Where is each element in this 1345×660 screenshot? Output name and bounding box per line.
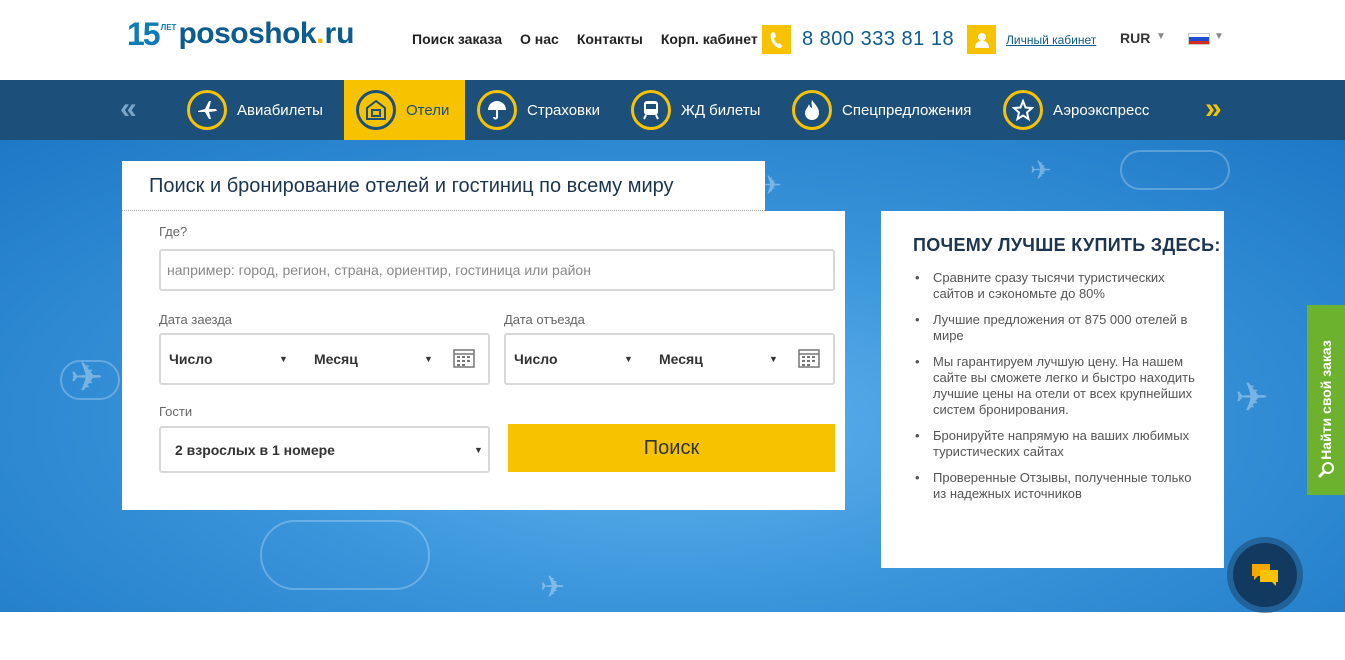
search-button[interactable]: Поиск (508, 424, 835, 472)
header: 15 ЛЕТ pososhok. ru Поиск заказа О нас Ко… (0, 0, 1345, 80)
top-navigation: Поиск заказа О нас Контакты Корп. кабине… (412, 31, 758, 47)
chevron-down-icon[interactable]: ▼ (424, 354, 433, 364)
umbrella-icon (477, 90, 517, 130)
currency-selector[interactable]: RUR (1120, 30, 1150, 46)
checkout-label: Дата отъезда (504, 312, 585, 327)
phone-number[interactable]: 8 800 333 81 18 (802, 28, 954, 51)
chevron-down-icon[interactable]: ▼ (769, 354, 778, 364)
find-order-side-tab[interactable]: Найти свой заказ (1307, 305, 1345, 495)
tab-label: ЖД билеты (681, 101, 761, 119)
arrow-left-icon[interactable]: « (120, 92, 137, 126)
fire-icon (792, 90, 832, 130)
nav-order-search[interactable]: Поиск заказа (412, 31, 502, 47)
tab-special-offers[interactable]: Спецпредложения (792, 80, 971, 140)
why-title: ПОЧЕМУ ЛУЧШЕ КУПИТЬ ЗДЕСЬ: (913, 235, 1221, 255)
tab-insurance[interactable]: Страховки (477, 80, 600, 140)
cloud-decoration (260, 520, 430, 590)
tab-hotels[interactable]: Отели (344, 80, 465, 140)
chevron-down-icon[interactable]: ▼ (474, 445, 483, 455)
arrow-right-icon[interactable]: » (1205, 92, 1222, 126)
plane-decoration-icon: ✈ (70, 356, 104, 400)
phone-icon (762, 25, 791, 54)
tab-label: Страховки (527, 101, 600, 119)
logo-dot: . (316, 17, 325, 50)
star-icon (1003, 90, 1043, 130)
checkout-month-select[interactable]: Месяц (659, 351, 703, 367)
guests-label: Гости (159, 404, 193, 419)
tab-trains[interactable]: ЖД билеты (631, 80, 760, 140)
chat-icon (1233, 543, 1297, 607)
tab-label: Аэроэкспресс (1053, 101, 1150, 119)
list-item: Проверенные Отзывы, полученные только из… (913, 470, 1203, 502)
plane-decoration-icon: ✈ (1235, 376, 1269, 420)
chevron-down-icon[interactable]: ▼ (1156, 31, 1166, 42)
checkin-label: Дата заезда (159, 312, 233, 327)
category-navigation: « Авиабилеты Отели Страховки ЖД билеты С… (0, 80, 1345, 140)
calendar-icon[interactable] (798, 348, 820, 368)
plane-decoration-icon: ✈ (540, 571, 566, 604)
search-title-tab: Поиск и бронирование отелей и гостиниц п… (122, 161, 765, 211)
cloud-decoration (1120, 150, 1230, 190)
destination-input[interactable]: например: город, регион, страна, ориенти… (159, 249, 835, 291)
logo-tld: ru (324, 17, 355, 50)
hotel-search-form: Где? например: город, регион, страна, ор… (122, 211, 845, 510)
why-list: Сравните сразу тысячи туристических сайт… (913, 270, 1203, 512)
russia-flag-icon[interactable] (1188, 33, 1210, 45)
site-logo[interactable]: 15 ЛЕТ pososhok. ru (127, 14, 354, 54)
chevron-down-icon[interactable]: ▼ (624, 354, 633, 364)
list-item: Бронируйте напрямую на ваших любимых тур… (913, 428, 1203, 460)
guests-value: 2 взрослых в 1 номере (175, 442, 335, 458)
hotel-icon (356, 90, 396, 130)
chevron-down-icon[interactable]: ▼ (1214, 31, 1224, 42)
plane-icon (187, 90, 227, 130)
where-label: Где? (159, 224, 188, 239)
logo-years: 15 (127, 15, 161, 52)
logo-years-suffix: ЛЕТ (160, 22, 177, 32)
checkout-date-field[interactable]: Число ▼ Месяц ▼ (504, 333, 835, 385)
nav-about[interactable]: О нас (520, 31, 559, 47)
side-tab-label: Найти свой заказ (1318, 340, 1334, 460)
tab-label: Авиабилеты (237, 101, 323, 119)
chevron-down-icon[interactable]: ▼ (279, 354, 288, 364)
tab-flights[interactable]: Авиабилеты (187, 80, 323, 140)
calendar-icon[interactable] (453, 348, 475, 368)
guests-select[interactable]: 2 взрослых в 1 номере ▼ (159, 426, 490, 473)
tab-label: Отели (406, 101, 450, 119)
train-icon (631, 90, 671, 130)
destination-placeholder: например: город, регион, страна, ориенти… (167, 262, 591, 278)
checkin-day-select[interactable]: Число (169, 351, 213, 367)
chat-button[interactable] (1227, 537, 1303, 613)
nav-contacts[interactable]: Контакты (577, 31, 643, 47)
tab-aeroexpress[interactable]: Аэроэкспресс (1003, 80, 1149, 140)
checkin-date-field[interactable]: Число ▼ Месяц ▼ (159, 333, 490, 385)
search-icon (1317, 462, 1334, 479)
search-title: Поиск и бронирование отелей и гостиниц п… (149, 175, 674, 197)
list-item: Лучшие предложения от 875 000 отелей в м… (913, 312, 1203, 344)
checkout-day-select[interactable]: Число (514, 351, 558, 367)
list-item: Мы гарантируем лучшую цену. На нашем сай… (913, 354, 1203, 418)
checkin-month-select[interactable]: Месяц (314, 351, 358, 367)
why-buy-panel: ПОЧЕМУ ЛУЧШЕ КУПИТЬ ЗДЕСЬ: Сравните сраз… (881, 211, 1224, 568)
personal-cabinet-link[interactable]: Личный кабинет (1006, 33, 1096, 47)
user-icon[interactable] (967, 25, 996, 54)
tab-label: Спецпредложения (842, 101, 972, 119)
nav-corporate[interactable]: Корп. кабинет (661, 31, 758, 47)
list-item: Сравните сразу тысячи туристических сайт… (913, 270, 1203, 302)
plane-decoration-icon: ✈ (1030, 155, 1052, 185)
logo-name: pososhok (178, 17, 317, 50)
